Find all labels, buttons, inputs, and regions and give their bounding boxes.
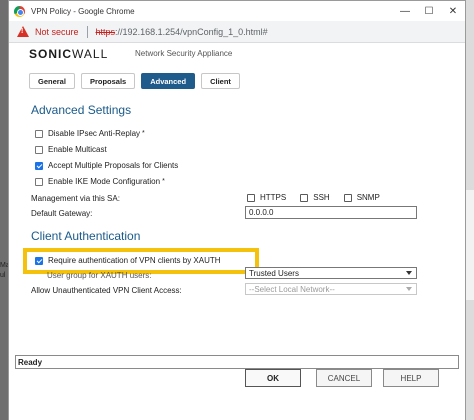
chrome-icon [14, 5, 25, 17]
https-checkbox[interactable] [247, 193, 255, 202]
management-options: HTTPS SSH SNMP [247, 193, 380, 202]
sonicwall-logo: SONICWALL [29, 47, 108, 61]
tab-advanced[interactable]: Advanced [141, 73, 196, 89]
status-bar: Ready [15, 355, 459, 369]
logo-thin-text: WALL [72, 47, 109, 61]
security-status[interactable]: Not secure [35, 27, 79, 37]
option-label: Disable IPsec Anti-Replay [48, 129, 141, 138]
user-group-select[interactable]: Trusted Users [245, 267, 417, 279]
ssh-checkbox[interactable] [300, 193, 309, 202]
option-disable-anti-replay[interactable]: Disable IPsec Anti-Replay * [35, 129, 145, 138]
background-text-fragment: ul [0, 272, 6, 279]
background-panel [466, 190, 474, 300]
https-label: HTTPS [260, 193, 287, 202]
option-label: Enable Multicast [48, 145, 107, 154]
background-window-right [466, 0, 474, 420]
option-label: Accept Multiple Proposals for Clients [48, 161, 179, 170]
management-https[interactable]: HTTPS [247, 193, 286, 202]
default-gateway-label: Default Gateway: [31, 209, 93, 218]
disable-anti-replay-checkbox[interactable] [35, 129, 43, 138]
option-label: Enable IKE Mode Configuration [48, 177, 161, 186]
tab-bar: General Proposals Advanced Client [29, 73, 240, 89]
option-enable-ike-mode-config[interactable]: Enable IKE Mode Configuration * [35, 177, 165, 186]
appliance-subtitle: Network Security Appliance [135, 49, 233, 58]
close-button[interactable]: ✕ [441, 1, 465, 21]
unauth-access-label: Allow Unauthenticated VPN Client Access: [31, 286, 182, 295]
url-text[interactable]: https://192.168.1.254/vpnConfig_1_0.html… [96, 27, 268, 37]
require-xauth-checkbox[interactable] [35, 256, 43, 265]
option-accept-multiple-proposals[interactable]: Accept Multiple Proposals for Clients [35, 161, 178, 170]
enable-ike-mode-config-checkbox[interactable] [35, 177, 43, 186]
warning-icon[interactable] [17, 26, 29, 37]
management-snmp[interactable]: SNMP [343, 193, 380, 202]
popup-window: VPN Policy - Google Chrome — ☐ ✕ Not sec… [8, 0, 466, 420]
url-path: ://192.168.1.254/vpnConfig_1_0.html# [115, 26, 268, 37]
enable-multicast-checkbox[interactable] [35, 145, 43, 154]
tab-client[interactable]: Client [201, 73, 240, 89]
cancel-button[interactable]: CANCEL [316, 369, 372, 387]
management-label: Management via this SA: [31, 194, 120, 203]
asterisk-mark: * [162, 178, 165, 185]
chevron-down-icon [406, 271, 412, 275]
url-scheme: https [95, 26, 116, 37]
client-authentication-title: Client Authentication [31, 229, 141, 243]
address-bar[interactable]: Not secure https://192.168.1.254/vpnConf… [9, 21, 465, 43]
unauth-network-select[interactable]: --Select Local Network-- [245, 283, 417, 295]
page-content: SONICWALL Network Security Appliance Gen… [9, 43, 465, 420]
window-title: VPN Policy - Google Chrome [31, 6, 135, 16]
user-group-label: User group for XAUTH users: [47, 271, 152, 280]
advanced-settings-title: Advanced Settings [31, 103, 132, 117]
minimize-button[interactable]: — [393, 1, 417, 21]
ok-button[interactable]: OK [245, 369, 301, 387]
option-enable-multicast[interactable]: Enable Multicast [35, 145, 107, 154]
option-require-xauth[interactable]: Require authentication of VPN clients by… [35, 256, 221, 265]
logo-bold-text: SONIC [29, 47, 73, 61]
chevron-down-icon [406, 287, 412, 291]
window-controls: — ☐ ✕ [393, 1, 465, 21]
snmp-label: SNMP [356, 193, 380, 202]
background-window-left: Ma ul [0, 0, 10, 420]
title-bar: VPN Policy - Google Chrome — ☐ ✕ [9, 1, 465, 21]
address-separator [86, 25, 88, 38]
management-ssh[interactable]: SSH [300, 193, 330, 202]
maximize-button[interactable]: ☐ [417, 1, 441, 21]
ssh-label: SSH [313, 193, 330, 202]
tab-proposals[interactable]: Proposals [80, 73, 136, 89]
tab-general[interactable]: General [29, 73, 75, 89]
default-gateway-input[interactable]: 0.0.0.0 [245, 206, 417, 219]
unauth-network-value: --Select Local Network-- [249, 284, 335, 294]
snmp-checkbox[interactable] [343, 193, 352, 202]
asterisk-mark: * [142, 130, 145, 137]
help-button[interactable]: HELP [383, 369, 439, 387]
user-group-value: Trusted Users [249, 268, 299, 278]
xauth-label: Require authentication of VPN clients by… [48, 256, 221, 265]
accept-multiple-proposals-checkbox[interactable] [35, 161, 43, 170]
